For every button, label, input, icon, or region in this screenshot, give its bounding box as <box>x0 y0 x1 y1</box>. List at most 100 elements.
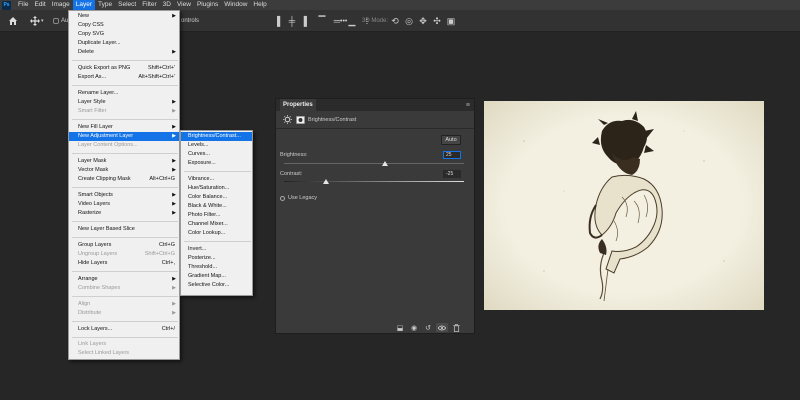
move-tool-icon[interactable]: ▾ <box>30 14 44 28</box>
menu-item-new-adjustment-layer[interactable]: New Adjustment Layer ▶ <box>69 132 179 141</box>
submenu-item-exposure[interactable]: Exposure... <box>181 159 252 168</box>
submenu-item-hue-saturation[interactable]: Hue/Saturation... <box>181 184 252 193</box>
menu-image[interactable]: Image <box>49 0 73 10</box>
trash-icon[interactable] <box>450 323 462 332</box>
submenu-item-posterize[interactable]: Posterize... <box>181 254 252 263</box>
submenu-item-channel-mixer[interactable]: Channel Mixer... <box>181 220 252 229</box>
auto-select-checkbox[interactable]: Au <box>53 14 68 28</box>
submenu-item-curves[interactable]: Curves... <box>181 150 252 159</box>
menu-item-vector-mask[interactable]: Vector Mask ▶ <box>69 166 179 175</box>
menu-separator <box>184 241 251 242</box>
menu-view[interactable]: View <box>174 0 194 10</box>
align-center-icon[interactable]: ╪ <box>287 16 297 26</box>
menu-item-group-layers[interactable]: Group Layers Ctrl+G <box>69 241 179 250</box>
menu-window[interactable]: Window <box>221 0 250 10</box>
submenu-item-color-balance[interactable]: Color Balance... <box>181 193 252 202</box>
properties-header: Brightness/Contrast <box>276 111 474 129</box>
3d-rotate-icon[interactable]: ⟲ <box>390 16 400 26</box>
menu-item-copy-svg[interactable]: Copy SVG <box>69 30 179 39</box>
menu-item-hide-layers[interactable]: Hide Layers Ctrl+, <box>69 259 179 268</box>
3d-slide-icon[interactable]: ✣ <box>432 16 442 26</box>
submenu-arrow-icon: ▶ <box>172 285 176 291</box>
menu-layer[interactable]: Layer <box>72 0 96 10</box>
use-legacy-box[interactable] <box>280 195 285 201</box>
submenu-item-gradient-map[interactable]: Gradient Map... <box>181 272 252 281</box>
menu-item-new-fill-layer[interactable]: New Fill Layer ▶ <box>69 123 179 132</box>
more-options-icon[interactable]: ••• <box>340 14 347 28</box>
3d-drag-icon[interactable]: ✥ <box>418 16 428 26</box>
properties-tab[interactable]: Properties <box>280 99 316 111</box>
menu-item-delete[interactable]: Delete ▶ <box>69 48 179 57</box>
menu-item-arrange[interactable]: Arrange ▶ <box>69 275 179 284</box>
submenu-item-selective-color[interactable]: Selective Color... <box>181 281 252 290</box>
reset-icon[interactable]: ↺ <box>422 323 434 332</box>
submenu-item-color-lookup[interactable]: Color Lookup... <box>181 229 252 238</box>
auto-button[interactable]: Auto <box>441 135 461 145</box>
menu-item-smart-objects[interactable]: Smart Objects ▶ <box>69 191 179 200</box>
submenu-arrow-icon: ▶ <box>172 301 176 307</box>
menu-separator <box>72 60 178 61</box>
menu-plugins[interactable]: Plugins <box>194 0 221 10</box>
view-previous-state-icon[interactable]: ◉ <box>408 323 420 332</box>
align-bottom-icon[interactable]: ▁ <box>347 16 357 26</box>
align-left-icon[interactable]: ▐ <box>272 16 282 26</box>
menu-item-export-as[interactable]: Export As... Alt+Shift+Ctrl+' <box>69 73 179 82</box>
brightness-slider-track[interactable] <box>284 163 464 164</box>
align-top-icon[interactable]: ▔ <box>317 16 327 26</box>
brightness-slider-thumb[interactable] <box>382 161 388 166</box>
submenu-arrow-icon: ▶ <box>172 133 176 139</box>
contrast-slider-thumb[interactable] <box>323 179 329 184</box>
submenu-item-photo-filter[interactable]: Photo Filter... <box>181 211 252 220</box>
menu-item-align: Align ▶ <box>78 301 176 307</box>
menu-edit[interactable]: Edit <box>31 0 48 10</box>
menu-item-create-clipping-mask[interactable]: Create Clipping Mask Alt+Ctrl+G <box>69 175 179 184</box>
align-right-icon[interactable]: ▌ <box>302 16 312 26</box>
menu-file[interactable]: File <box>15 0 31 10</box>
menu-item-copy-css[interactable]: Copy CSS <box>69 21 179 30</box>
menu-item-ungroup-layers: Ungroup Layers Shift+Ctrl+G <box>78 251 175 257</box>
menu-3d[interactable]: 3D <box>160 0 174 10</box>
clip-to-layer-icon[interactable]: ⬓ <box>394 323 406 332</box>
photoshop-logo: Ps <box>2 0 11 10</box>
3d-scale-icon[interactable]: ▣ <box>446 16 456 26</box>
use-legacy-label: Use Legacy <box>288 195 318 201</box>
transform-controls-label[interactable]: ontrols <box>181 14 199 28</box>
submenu-item-black-white[interactable]: Black & White... <box>181 202 252 211</box>
use-legacy-checkbox[interactable]: Use Legacy <box>280 195 317 201</box>
submenu-item-vibrance[interactable]: Vibrance... <box>181 175 252 184</box>
contrast-slider-track[interactable] <box>284 181 464 182</box>
menu-item-quick-export-png[interactable]: Quick Export as PNG Shift+Ctrl+' <box>69 64 179 73</box>
menu-item-duplicate-layer[interactable]: Duplicate Layer... <box>69 39 179 48</box>
menu-item-rename-layer[interactable]: Rename Layer... <box>69 89 179 98</box>
contrast-value-field[interactable]: -25 <box>443 170 461 178</box>
brightness-value-field[interactable]: 25 <box>443 151 461 159</box>
menu-help[interactable]: Help <box>250 0 269 10</box>
properties-panel: Properties ≡ Brightness/Contrast Auto Br… <box>275 98 475 334</box>
menu-item-layer-style[interactable]: Layer Style ▶ <box>69 98 179 107</box>
contrast-label: Contrast: <box>280 171 303 177</box>
document-canvas[interactable] <box>484 101 764 310</box>
submenu-item-threshold[interactable]: Threshold... <box>181 263 252 272</box>
menu-item-rasterize[interactable]: Rasterize ▶ <box>69 209 179 218</box>
properties-tabbar: Properties ≡ <box>276 99 474 111</box>
submenu-item-brightness-contrast[interactable]: Brightness/Contrast... <box>181 132 252 141</box>
align-icons: ▐ ╪ ▌ ▔ ═ ▁ ⁞ <box>272 14 372 28</box>
menu-type[interactable]: Type <box>95 0 115 10</box>
submenu-item-levels[interactable]: Levels... <box>181 141 252 150</box>
menu-item-smart-filter: Smart Filter ▶ <box>78 108 176 114</box>
3d-roll-icon[interactable]: ◎ <box>404 16 414 26</box>
menu-item-layer-mask[interactable]: Layer Mask ▶ <box>69 157 179 166</box>
home-icon[interactable] <box>8 14 18 28</box>
menu-item-video-layers[interactable]: Video Layers ▶ <box>69 200 179 209</box>
panel-menu-icon[interactable]: ≡ <box>466 102 470 109</box>
submenu-item-invert[interactable]: Invert... <box>181 245 252 254</box>
menu-item-new-layer-based-slice[interactable]: New Layer Based Slice <box>69 225 179 234</box>
menu-filter[interactable]: Filter <box>139 0 159 10</box>
layer-mask-icon[interactable] <box>295 115 305 125</box>
menu-item-new[interactable]: New ▶ <box>69 12 179 21</box>
menu-item-lock-layers[interactable]: Lock Layers... Ctrl+/ <box>69 325 179 334</box>
menu-bar: Ps File Edit Image Layer Type Select Fil… <box>0 0 800 10</box>
submenu-arrow-icon: ▶ <box>172 192 176 198</box>
menu-select[interactable]: Select <box>115 0 139 10</box>
visibility-eye-icon[interactable] <box>436 323 448 332</box>
